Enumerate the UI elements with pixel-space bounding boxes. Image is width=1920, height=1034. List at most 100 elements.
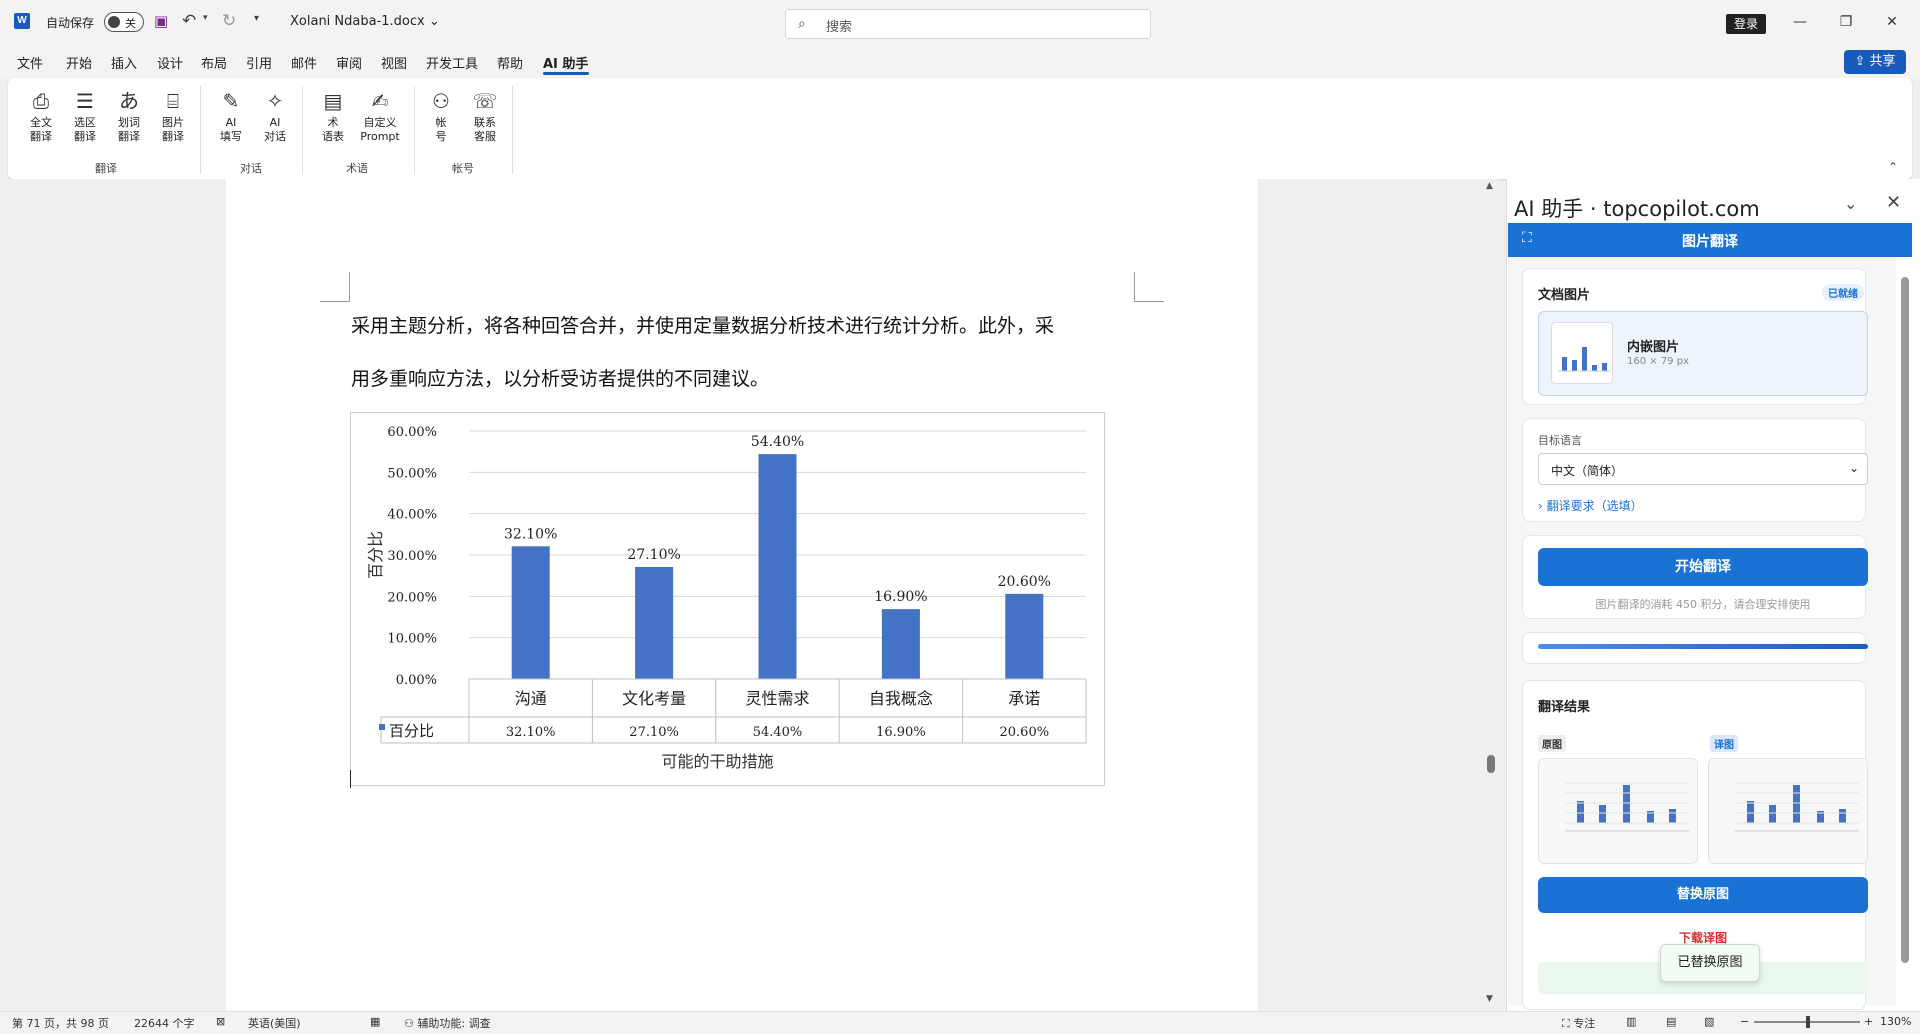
word-translate-button[interactable]: あ划词 翻译 — [108, 88, 150, 144]
undo-icon[interactable]: ↶ — [182, 11, 196, 31]
translated-image-tag: 译图 — [1710, 735, 1738, 752]
zoom-level[interactable]: 130% — [1880, 1015, 1911, 1028]
word-count[interactable]: 22644 个字 — [134, 1015, 195, 1031]
proofing-icon[interactable]: ⊠ — [216, 1015, 225, 1028]
y-tick-label: 10.00% — [387, 632, 437, 647]
autosave-toggle[interactable]: 关 — [104, 12, 144, 32]
y-tick-label: 30.00% — [387, 549, 437, 564]
y-axis-label: 百分比 — [366, 531, 385, 579]
document-translate-icon: ⎙ — [33, 89, 49, 113]
bar-data-label: 54.40% — [751, 434, 804, 450]
web-layout-icon[interactable]: ▧ — [1704, 1015, 1714, 1028]
document-scrollbar[interactable]: ▲ ▼ — [1483, 179, 1499, 1011]
legend-series-name: 百分比 — [389, 722, 434, 740]
save-icon[interactable]: ▣ — [154, 13, 170, 29]
ribbon-divider — [512, 86, 513, 174]
zoom-out-icon[interactable]: − — [1740, 1015, 1749, 1028]
target-language-label: 目标语言 — [1538, 434, 1582, 447]
full-translate-button[interactable]: ⎙ 全文 翻译 — [20, 88, 62, 144]
chart-bar — [511, 546, 550, 679]
ai-chat-icon: ✧ — [266, 89, 284, 113]
undo-dropdown-icon[interactable]: ▾ — [203, 13, 208, 23]
cost-note: 图片翻译的消耗 450 积分，请合理安排使用 — [1595, 598, 1811, 611]
word-translate-icon: あ — [119, 89, 139, 113]
print-layout-icon[interactable]: ▤ — [1666, 1015, 1676, 1028]
tab-insert[interactable]: 插入 — [111, 53, 137, 72]
body-paragraph[interactable]: 采用主题分析，将各种回答合并，并使用定量数据分析技术进行统计分析。此外，采 用多重… — [351, 300, 1141, 406]
text-predictions-icon[interactable]: ▦ — [370, 1015, 380, 1028]
tab-developer[interactable]: 开发工具 — [426, 53, 478, 72]
tab-review[interactable]: 审阅 — [336, 53, 362, 72]
page-count[interactable]: 第 71 页，共 98 页 — [12, 1015, 109, 1031]
zoom-slider-thumb[interactable] — [1806, 1016, 1810, 1028]
translation-requirements-link[interactable]: › 翻译要求（选填） — [1538, 497, 1643, 514]
ai-chat-button[interactable]: ✧ AI 对话 — [254, 88, 296, 144]
toast-notification: 已替换原图 — [1660, 944, 1760, 982]
tab-design[interactable]: 设计 — [157, 53, 183, 72]
tab-file[interactable]: 文件 — [17, 53, 43, 72]
panel-header: ⛶ 图片翻译 — [1508, 223, 1912, 257]
panel-scrollbar[interactable] — [1898, 257, 1912, 1005]
zoom-in-icon[interactable]: + — [1864, 1015, 1873, 1028]
read-mode-icon[interactable]: ▥ — [1626, 1015, 1636, 1028]
close-icon[interactable]: ✕ — [1886, 192, 1901, 213]
result-title: 翻译结果 — [1538, 700, 1591, 715]
ai-fill-button[interactable]: ✎ AI 填写 — [210, 88, 252, 144]
x-category-label: 文化考量 — [622, 689, 686, 708]
start-translate-button[interactable]: 开始翻译 — [1538, 548, 1868, 586]
image-translate-button[interactable]: ⌸ 图片 翻译 — [152, 88, 194, 144]
replace-original-button[interactable]: 替换原图 — [1538, 877, 1868, 913]
table-value-cell: 54.40% — [753, 725, 803, 740]
redo-icon[interactable]: ↻ — [222, 11, 236, 31]
minimize-icon[interactable]: — — [1780, 10, 1820, 34]
custom-prompt-icon: ✍ — [371, 89, 389, 113]
focus-mode[interactable]: ⛶ 专注 — [1562, 1015, 1595, 1031]
chevron-down-icon[interactable]: ⌄ — [1844, 194, 1857, 213]
language-indicator[interactable]: 英语(美国) — [248, 1015, 301, 1031]
bar-chart: 0.00% 10.00% 20.00% 30.00% 40.00% 50.00% 60.00… — [366, 425, 1087, 771]
tab-ai-assistant[interactable]: AI 助手 — [543, 53, 588, 72]
y-tick-label: 60.00% — [387, 425, 437, 440]
word-app-icon: W — [14, 13, 30, 29]
glossary-button[interactable]: ▤ 术语表 — [312, 88, 354, 144]
accessibility-status[interactable]: ⚇ 辅助功能: 调查 — [404, 1015, 491, 1031]
customize-qat-icon[interactable]: ▾ — [254, 13, 259, 24]
collapse-ribbon-icon[interactable]: ⌃ — [1888, 160, 1898, 174]
support-button[interactable]: ☏ 联系 客服 — [464, 88, 506, 144]
tab-home[interactable]: 开始 — [66, 53, 92, 72]
table-value-cell: 32.10% — [506, 725, 556, 740]
target-language-select[interactable]: 中文（简体） ⌄ — [1538, 453, 1868, 485]
legend-swatch — [379, 724, 385, 730]
restore-icon[interactable]: ❐ — [1826, 10, 1866, 34]
progress-bar — [1538, 644, 1868, 649]
login-button[interactable]: 登录 — [1726, 14, 1766, 34]
search-icon: ⌕ — [798, 16, 806, 32]
tab-view[interactable]: 视图 — [381, 53, 407, 72]
group-label-translate: 翻译 — [95, 162, 117, 175]
ai-fill-icon: ✎ — [222, 89, 240, 113]
share-button[interactable]: ⇪ 共享 — [1844, 50, 1906, 74]
y-tick-label: 50.00% — [387, 466, 437, 481]
tab-references[interactable]: 引用 — [246, 53, 272, 72]
chart-bar — [758, 454, 797, 679]
selection-translate-button[interactable]: ☰ 选区 翻译 — [64, 88, 106, 144]
close-window-icon[interactable]: ✕ — [1872, 10, 1912, 34]
table-value-cell: 16.90% — [876, 725, 926, 740]
ribbon-divider — [302, 86, 303, 174]
crop-mark — [320, 272, 350, 302]
x-axis-label: 可能的干助措施 — [661, 752, 773, 771]
bar-data-label: 16.90% — [874, 589, 927, 605]
chart-image[interactable]: 0.00% 10.00% 20.00% 30.00% 40.00% 50.00% 60.00… — [350, 412, 1105, 786]
tab-help[interactable]: 帮助 — [497, 53, 523, 72]
translated-image-preview[interactable] — [1708, 758, 1868, 864]
document-title[interactable]: Xolani Ndaba-1.docx ⌄ — [290, 14, 440, 29]
tab-layout[interactable]: 布局 — [201, 53, 227, 72]
original-image-preview[interactable] — [1538, 758, 1698, 864]
custom-prompt-button[interactable]: ✍ 自定义 Prompt — [356, 88, 404, 144]
account-button[interactable]: ⚇ 帐号 — [420, 88, 462, 144]
tab-mailings[interactable]: 邮件 — [291, 53, 317, 72]
x-category-label: 自我概念 — [869, 689, 933, 708]
group-label-glossary: 术语 — [346, 162, 368, 175]
search-input[interactable]: ⌕ 搜索 — [785, 9, 1151, 39]
chart-bar — [881, 609, 920, 679]
